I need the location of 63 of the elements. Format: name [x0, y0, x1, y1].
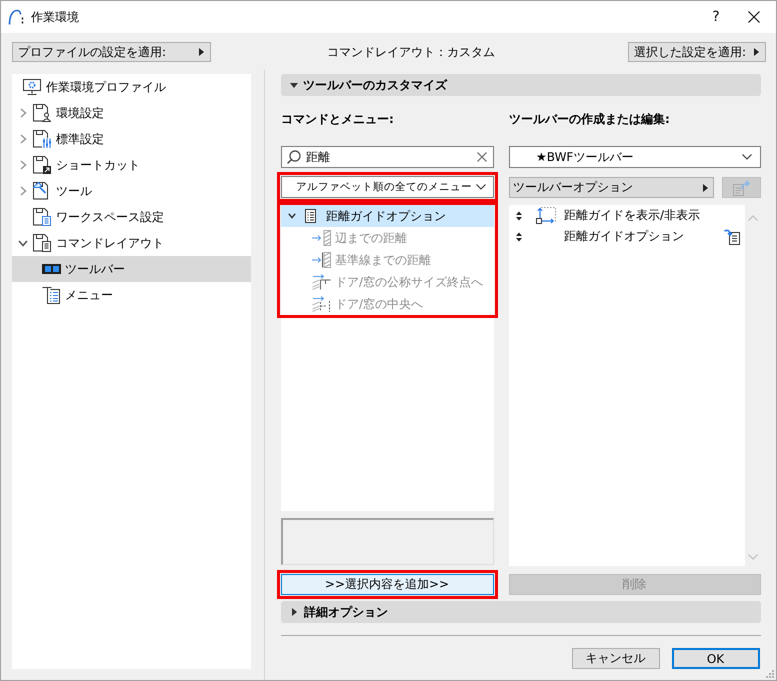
- filter-dropdown[interactable]: アルファベット順の全てのメニュー: [281, 176, 494, 198]
- sidebar-item[interactable]: 作業環境プロファイル: [12, 74, 251, 100]
- arrow-to-line-icon: [312, 252, 331, 268]
- chevron-down-icon: [742, 154, 752, 160]
- menu-list-icon: [42, 286, 60, 304]
- sidebar-item[interactable]: ショートカット: [12, 152, 251, 178]
- sidebar-item[interactable]: ワークスペース設定: [12, 204, 251, 230]
- dialog-button[interactable]: OK: [672, 648, 760, 669]
- arc-logo-icon: [8, 9, 24, 25]
- chevron-right-icon[interactable]: [20, 160, 26, 170]
- monitor-gear-icon: [23, 78, 41, 96]
- sidebar-item[interactable]: メニュー: [12, 282, 251, 308]
- section-header[interactable]: ツールバーのカスタマイズ: [281, 74, 761, 96]
- chevron-right-icon[interactable]: [20, 186, 26, 196]
- apply-profile-button[interactable]: プロファイルの設定を適用:: [12, 42, 211, 62]
- chevron-down-icon: [476, 184, 486, 190]
- reorder-handle-icon[interactable]: [516, 232, 522, 242]
- layout-status-text: コマンドレイアウト：カスタム: [327, 44, 495, 60]
- scroll-up-icon[interactable]: [748, 215, 758, 221]
- triangle-right-icon: [703, 184, 708, 192]
- chevron-right-icon[interactable]: [20, 108, 26, 118]
- chevron-right-icon[interactable]: [20, 134, 26, 144]
- floppy-document-icon: [33, 234, 51, 252]
- floppy-person-icon: [33, 104, 51, 122]
- section-header[interactable]: 詳細オプション: [281, 601, 761, 623]
- sidebar-item[interactable]: ツールバー: [12, 256, 251, 282]
- add-selection-button[interactable]: >>選択内容を追加>>: [281, 574, 494, 595]
- window-title: 作業環境: [31, 8, 79, 26]
- toolbar-dropdown[interactable]: ★BWFツールバー: [509, 146, 761, 168]
- close-icon: [748, 11, 760, 23]
- document-arrow-icon: [732, 180, 752, 196]
- help-button[interactable]: ?: [707, 7, 725, 27]
- triangle-right-icon: [754, 48, 759, 56]
- clear-icon[interactable]: [477, 152, 487, 162]
- commands-label: コマンドとメニュー:: [281, 110, 395, 128]
- sidebar-item[interactable]: コマンドレイアウト: [12, 230, 251, 256]
- search-field[interactable]: 距離: [281, 146, 494, 168]
- toolbar-edit-label: ツールバーの作成または編集:: [509, 110, 670, 128]
- tree-item[interactable]: 距離ガイドオプション: [281, 205, 494, 227]
- arrow-corner-icon: [312, 274, 331, 290]
- search-icon: [287, 150, 301, 164]
- toolbar-item[interactable]: 距離ガイドオプション: [509, 226, 745, 247]
- sidebar-item[interactable]: 標準設定: [12, 126, 251, 152]
- triangle-right-icon: [199, 48, 204, 56]
- apply-selected-button[interactable]: 選択した設定を適用:: [628, 42, 766, 62]
- sidebar-item[interactable]: ツール: [12, 178, 251, 204]
- floppy-sliders-icon: [33, 130, 51, 148]
- arrow-to-wall-icon: [312, 230, 331, 246]
- reorder-handle-icon[interactable]: [516, 210, 522, 220]
- sidebar-item[interactable]: 環境設定: [12, 100, 251, 126]
- toolbar-item[interactable]: 距離ガイドを表示/非表示: [509, 205, 745, 226]
- scroll-down-icon[interactable]: [748, 554, 758, 560]
- chevron-down-icon[interactable]: [288, 213, 296, 219]
- list-document-icon: [305, 209, 316, 223]
- arrow-dashed-line-icon: [312, 296, 331, 312]
- menu-arrow-icon: [724, 228, 740, 244]
- toolbar-icon: [42, 264, 61, 274]
- floppy-list-icon: [33, 208, 51, 226]
- dialog-button[interactable]: キャンセル: [572, 648, 660, 669]
- resize-grip-icon[interactable]: [766, 670, 774, 678]
- chevron-down-icon[interactable]: [18, 240, 28, 246]
- floppy-hammer-icon: [33, 182, 51, 200]
- toolbar-options-button[interactable]: ツールバーオプション: [509, 177, 714, 198]
